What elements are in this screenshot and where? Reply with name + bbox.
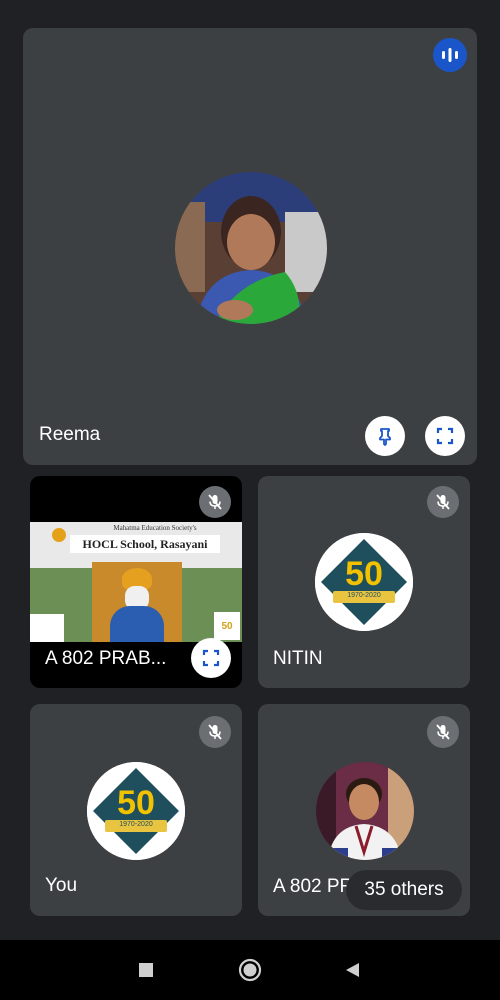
mic-off-indicator: [427, 486, 459, 518]
main-participant-tile[interactable]: Reema: [23, 28, 477, 465]
participant-name: A 802 PRAB...: [45, 648, 167, 669]
slide-title: HOCL School, Rasayani: [70, 535, 220, 553]
participant-name: NITIN: [273, 648, 323, 669]
mic-off-icon: [208, 494, 222, 510]
home-button[interactable]: [236, 956, 264, 984]
signature-card: [30, 614, 64, 642]
participant-name: Reema: [39, 424, 101, 445]
fullscreen-button[interactable]: [425, 416, 465, 456]
mic-off-icon: [436, 494, 450, 510]
slide-logo: 50: [214, 612, 240, 640]
mic-off-icon: [436, 724, 450, 740]
back-triangle-icon: [346, 963, 359, 977]
participant-tile-nitin[interactable]: 50 1970-2020 NITIN: [258, 476, 470, 688]
navigation-bar: [0, 940, 500, 1000]
mic-off-indicator: [199, 716, 231, 748]
pin-icon: [379, 428, 391, 446]
fullscreen-icon: [436, 427, 454, 445]
avatar: 50 1970-2020: [87, 762, 185, 860]
logo-number: 50: [117, 784, 155, 822]
speaking-indicator: [433, 38, 467, 72]
logo-years: 1970-2020: [347, 592, 381, 599]
pin-button[interactable]: [365, 416, 405, 456]
fullscreen-icon: [202, 649, 220, 667]
participant-name: You: [45, 875, 78, 896]
recents-button[interactable]: [134, 958, 158, 982]
screen-share-tile[interactable]: Mahatma Education Society's HOCL School,…: [30, 476, 242, 688]
guru-image: [92, 562, 182, 642]
mic-off-indicator: [427, 716, 459, 748]
audio-level-icon: [442, 48, 458, 62]
slide-subtitle: Mahatma Education Society's: [113, 524, 197, 532]
avatar: [175, 172, 327, 324]
square-icon: [139, 963, 153, 977]
back-button[interactable]: [340, 958, 364, 982]
fullscreen-button[interactable]: [191, 638, 231, 678]
shared-screen-content: Mahatma Education Society's HOCL School,…: [30, 522, 242, 642]
school-logo-icon: [52, 528, 66, 542]
mic-off-indicator: [199, 486, 231, 518]
participant-tile-you[interactable]: 50 1970-2020 You: [30, 704, 242, 916]
others-count-button[interactable]: 35 others: [346, 870, 462, 910]
avatar: 50 1970-2020: [315, 533, 413, 631]
logo-years: 1970-2020: [119, 821, 153, 828]
logo-number: 50: [345, 555, 383, 593]
avatar: [316, 762, 414, 860]
circle-icon: [238, 958, 262, 982]
mic-off-icon: [208, 724, 222, 740]
